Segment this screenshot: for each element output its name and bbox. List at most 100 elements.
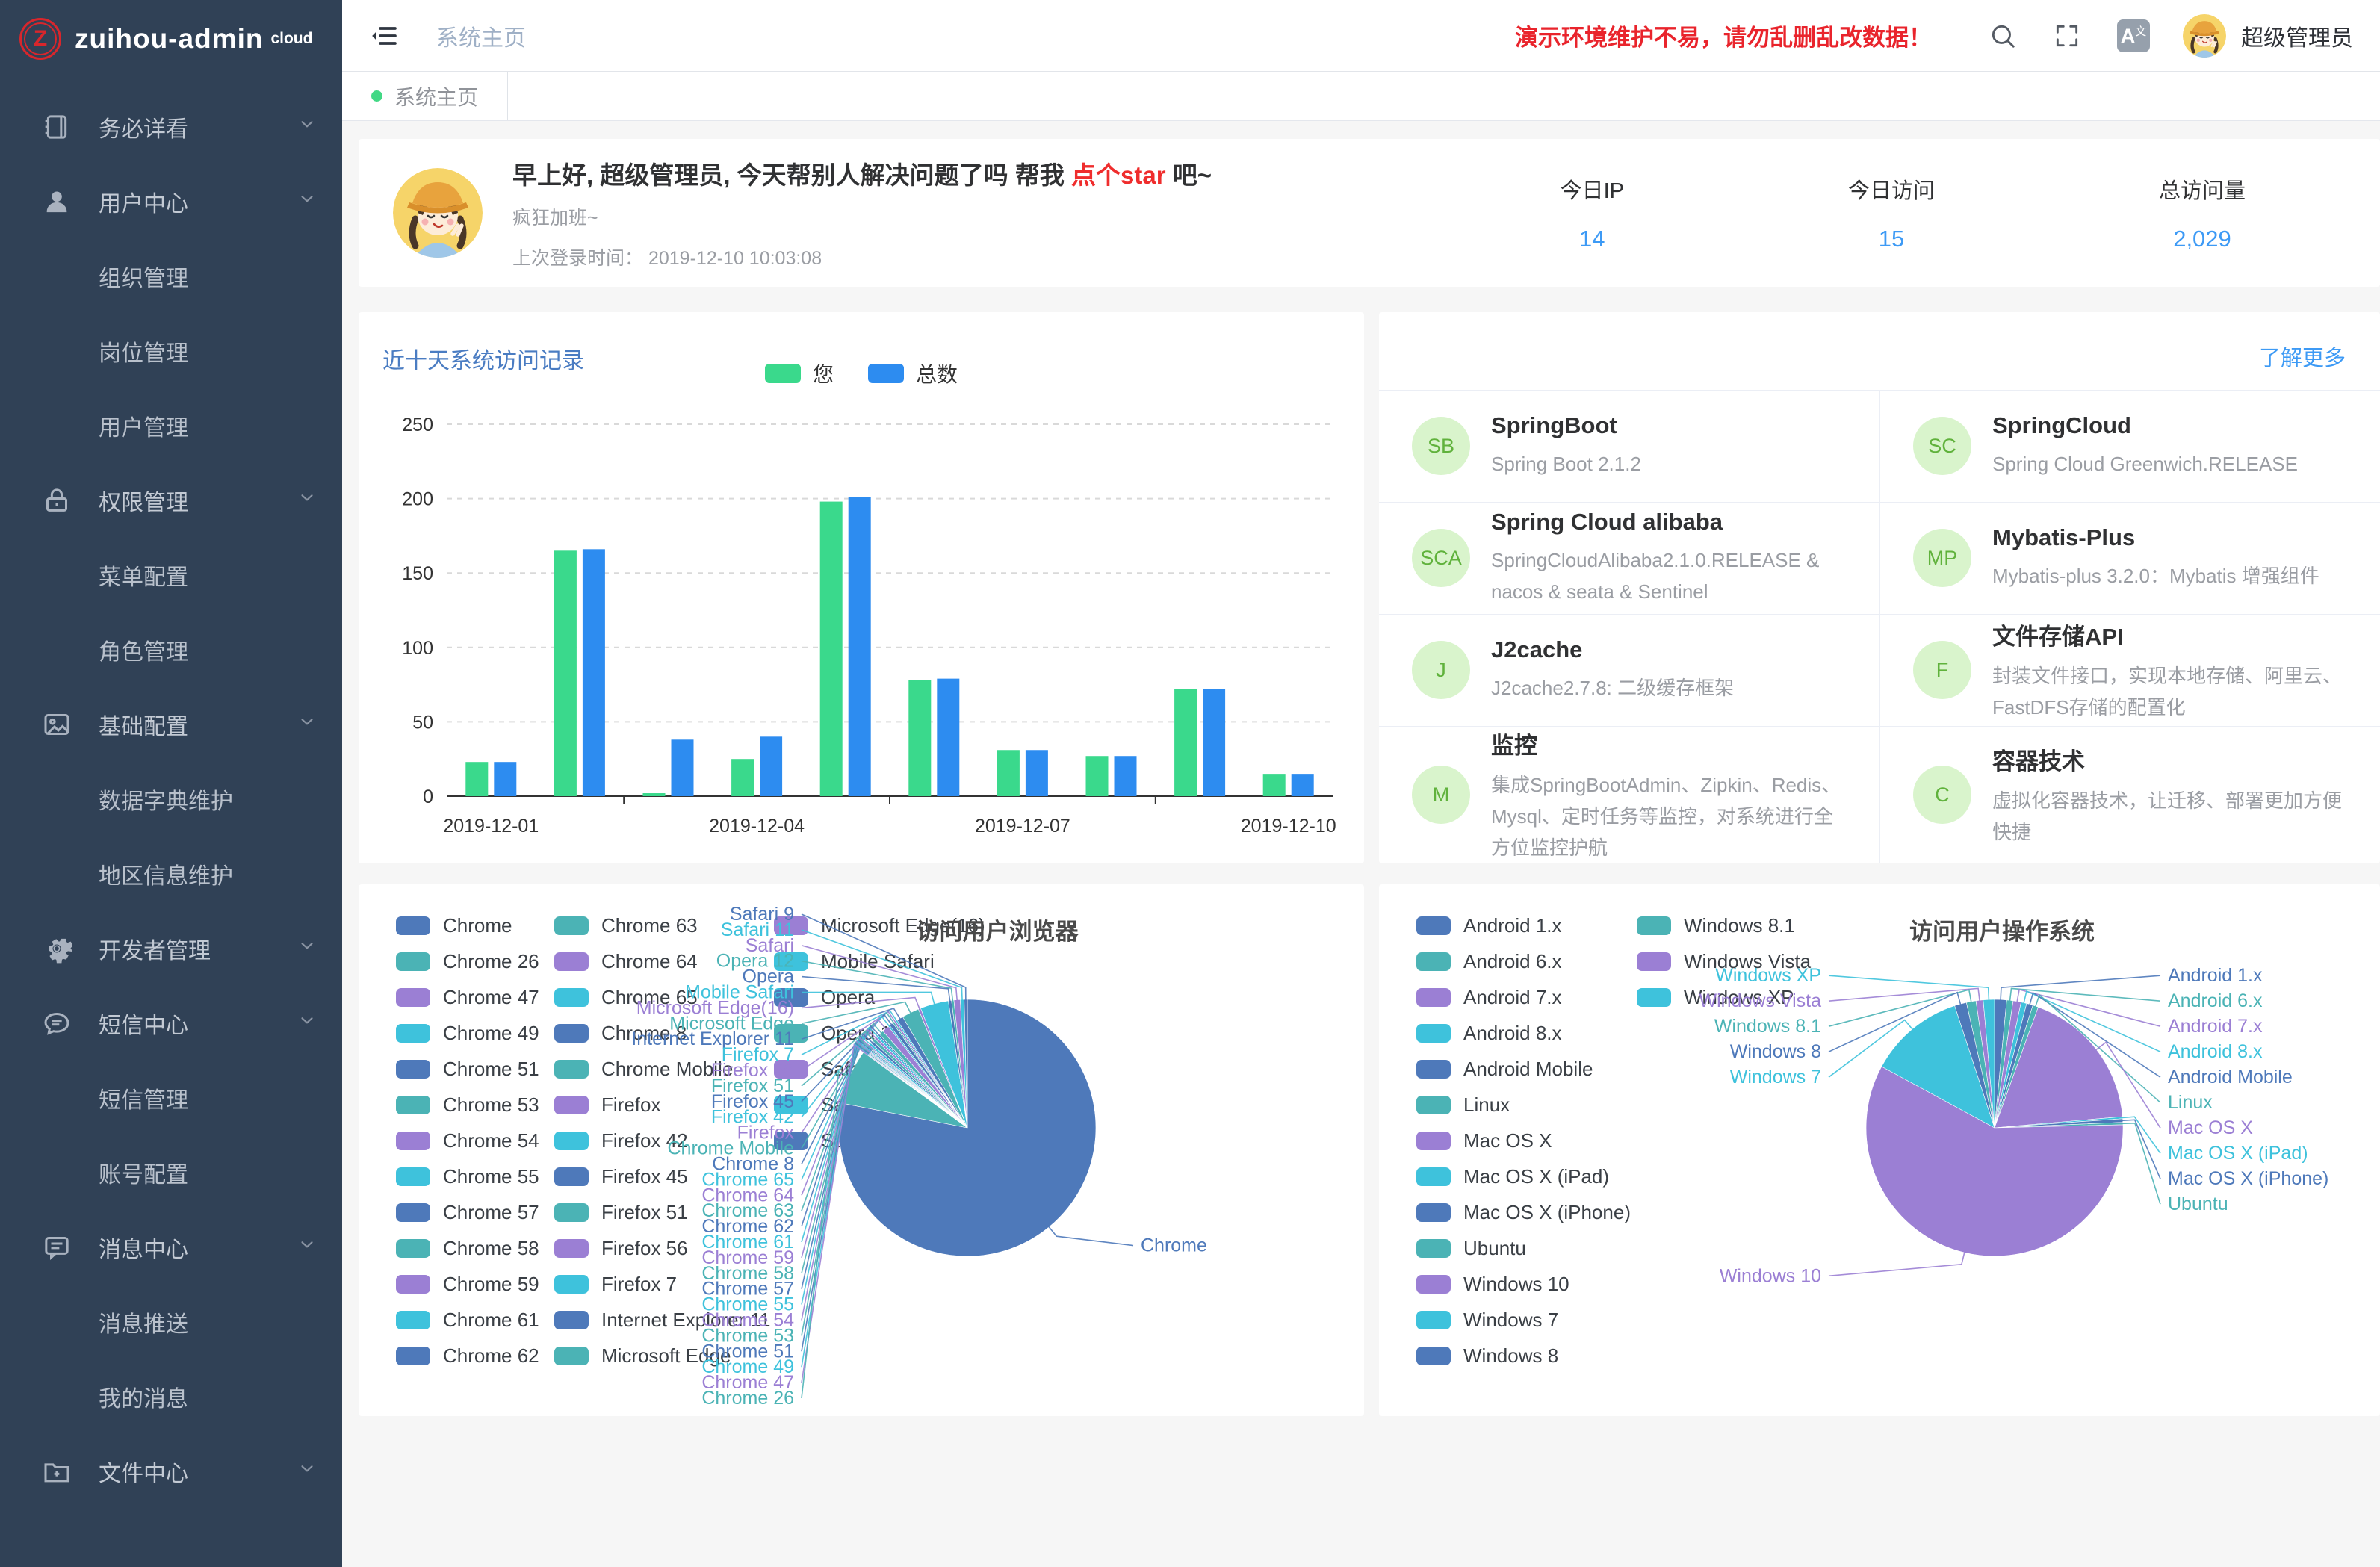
pie-legend-item[interactable]: Microsoft Edge: [554, 1344, 731, 1368]
pie-legend-item[interactable]: Android 8.x: [1416, 1022, 1562, 1045]
pie-legend-item[interactable]: Safari: [774, 1058, 872, 1081]
pie-legend-item[interactable]: Chrome 47: [396, 986, 539, 1009]
sidebar-group-item[interactable]: 务必详看: [0, 90, 342, 164]
pie-legend-item[interactable]: Chrome: [396, 914, 512, 937]
pie-legend-item[interactable]: Mac OS X: [1416, 1129, 1552, 1152]
pie-legend-item[interactable]: Android 7.x: [1416, 986, 1562, 1009]
sidebar-group-item[interactable]: 用户中心: [0, 164, 342, 239]
sidebar-sub-item[interactable]: 数据字典维护: [0, 762, 342, 837]
tech-title: 监控: [1491, 727, 1847, 760]
pie-legend-item[interactable]: Firefox 7: [554, 1273, 677, 1296]
tech-item: SBSpringBootSpring Boot 2.1.2: [1379, 390, 1879, 502]
app-logo[interactable]: Z zuihou-admin cloud: [0, 0, 342, 78]
pie-legend-item[interactable]: Chrome 53: [396, 1093, 539, 1117]
sidebar-sub-item[interactable]: 用户管理: [0, 388, 342, 463]
sidebar-group-item[interactable]: 短信中心: [0, 986, 342, 1061]
svg-text:2019-12-07: 2019-12-07: [975, 816, 1070, 837]
sidebar-group-item[interactable]: 消息中心: [0, 1210, 342, 1285]
app-root: Z zuihou-admin cloud 务必详看用户中心组织管理岗位管理用户管…: [0, 0, 2380, 1567]
pie-legend-item[interactable]: Firefox: [554, 1093, 660, 1117]
sidebar-sub-item[interactable]: 地区信息维护: [0, 837, 342, 911]
pie-legend-item[interactable]: Windows XP: [1637, 986, 1794, 1009]
stat-total-visits: 总访问量2,029: [2159, 173, 2246, 252]
bar-legend-item[interactable]: 总数: [868, 359, 958, 388]
sidebar-sub-item[interactable]: 短信管理: [0, 1061, 342, 1135]
pie-legend-item[interactable]: Windows 8: [1416, 1344, 1558, 1368]
tech-item: F文件存储API封装文件接口，实现本地存储、阿里云、FastDFS存储的配置化: [1879, 614, 2380, 726]
pie-legend-item[interactable]: Chrome 63: [554, 914, 698, 937]
breadcrumb[interactable]: 系统主页: [436, 19, 526, 52]
pie-legend-item[interactable]: Chrome 61: [396, 1309, 539, 1332]
pie-legend-item[interactable]: Safari 11: [774, 1093, 897, 1117]
pie-legend-item[interactable]: Chrome 54: [396, 1129, 539, 1152]
pie-legend-item[interactable]: Chrome 8: [554, 1022, 687, 1045]
pie-legend-item[interactable]: Linux: [1416, 1093, 1510, 1117]
search-icon[interactable]: [1989, 22, 2017, 50]
pie-legend-item[interactable]: Mobile Safari: [774, 950, 935, 973]
sidebar-group-label: 消息中心: [99, 1231, 188, 1264]
pie-legend-item[interactable]: Android Mobile: [1416, 1058, 1593, 1081]
sidebar-group-item[interactable]: 开发者管理: [0, 911, 342, 986]
bar-legend-item[interactable]: 您: [765, 359, 834, 388]
pie-legend-item[interactable]: Chrome 62: [396, 1344, 539, 1368]
pie-legend-item[interactable]: Chrome 26: [396, 950, 539, 973]
sidebar-sub-item[interactable]: 消息推送: [0, 1285, 342, 1359]
pie-legend-item[interactable]: Firefox 51: [554, 1201, 688, 1224]
tab-home[interactable]: 系统主页: [342, 72, 508, 120]
svg-text:Windows 10: Windows 10: [1720, 1265, 1821, 1286]
sidebar-fold-icon[interactable]: [368, 21, 400, 51]
star-link[interactable]: 点个star: [1071, 161, 1166, 189]
pie-legend-item[interactable]: Chrome 59: [396, 1273, 539, 1296]
tech-badge: F: [1913, 641, 1971, 699]
pie-legend-item[interactable]: Chrome 49: [396, 1022, 539, 1045]
language-icon[interactable]: A文: [2117, 19, 2150, 52]
sidebar-group-item[interactable]: 权限管理: [0, 463, 342, 538]
tab-active-dot: [371, 90, 382, 102]
pie-legend-item[interactable]: Chrome 55: [396, 1165, 539, 1188]
svg-text:Android 8.x: Android 8.x: [2168, 1041, 2263, 1062]
tech-item: SCSpringCloudSpring Cloud Greenwich.RELE…: [1879, 390, 2380, 502]
svg-text:2019-12-04: 2019-12-04: [709, 816, 805, 837]
sidebar-sub-item[interactable]: 岗位管理: [0, 314, 342, 388]
pie-legend-item[interactable]: Chrome Mobile: [554, 1058, 733, 1081]
fullscreen-icon[interactable]: [2053, 22, 2081, 50]
pie-legend-item[interactable]: Firefox 42: [554, 1129, 688, 1152]
pie-legend-item[interactable]: Firefox 56: [554, 1237, 688, 1260]
pie-legend-item[interactable]: Chrome 65: [554, 986, 698, 1009]
pie-legend-item[interactable]: Firefox 45: [554, 1165, 688, 1188]
svg-text:Android 7.x: Android 7.x: [2168, 1016, 2263, 1037]
pie-legend-item[interactable]: Android 1.x: [1416, 914, 1562, 937]
sidebar-sub-item[interactable]: 菜单配置: [0, 538, 342, 612]
stat-today-visits: 今日访问15: [1848, 173, 1935, 252]
svg-text:Android 1.x: Android 1.x: [2168, 965, 2263, 986]
sidebar-sub-item[interactable]: 我的消息: [0, 1359, 342, 1434]
sidebar-group-item[interactable]: 基础配置: [0, 687, 342, 762]
sidebar-group-item[interactable]: 文件中心: [0, 1434, 342, 1509]
user-avatar[interactable]: [2183, 14, 2226, 58]
pie-legend-item[interactable]: Chrome 64: [554, 950, 698, 973]
pie-legend-item[interactable]: Internet Explorer 11: [554, 1309, 770, 1332]
pie-legend-item[interactable]: Opera: [774, 986, 875, 1009]
sidebar-sub-item[interactable]: 账号配置: [0, 1135, 342, 1210]
pie-legend-item[interactable]: Ubuntu: [1416, 1237, 1526, 1260]
pie-legend-item[interactable]: Mac OS X (iPad): [1416, 1165, 1609, 1188]
svg-text:200: 200: [402, 489, 433, 510]
pie-legend-item[interactable]: Chrome 58: [396, 1237, 539, 1260]
pie-legend-item[interactable]: Android 6.x: [1416, 950, 1562, 973]
pie-legend-item[interactable]: Mac OS X (iPhone): [1416, 1201, 1631, 1224]
learn-more-link[interactable]: 了解更多: [2259, 341, 2346, 372]
svg-text:Windows 8: Windows 8: [1730, 1041, 1821, 1062]
pie-legend-item[interactable]: Opera 12: [774, 1022, 902, 1045]
pie-legend-item[interactable]: Windows 10: [1416, 1273, 1569, 1296]
pie-legend-item[interactable]: Chrome 51: [396, 1058, 539, 1081]
pie-legend-item[interactable]: Windows 8.1: [1637, 914, 1795, 937]
pie-legend-item[interactable]: Windows 7: [1416, 1309, 1558, 1332]
tech-item: M监控集成SpringBootAdmin、Zipkin、Redis、Mysql、…: [1379, 726, 1879, 863]
user-icon: [42, 187, 72, 217]
pie-legend-item[interactable]: Safari 9: [774, 1129, 888, 1152]
username[interactable]: 超级管理员: [2241, 19, 2353, 52]
sidebar-sub-item[interactable]: 角色管理: [0, 612, 342, 687]
pie-legend-item[interactable]: Windows Vista: [1637, 950, 1811, 973]
sidebar-sub-item[interactable]: 组织管理: [0, 239, 342, 314]
pie-legend-item[interactable]: Chrome 57: [396, 1201, 539, 1224]
